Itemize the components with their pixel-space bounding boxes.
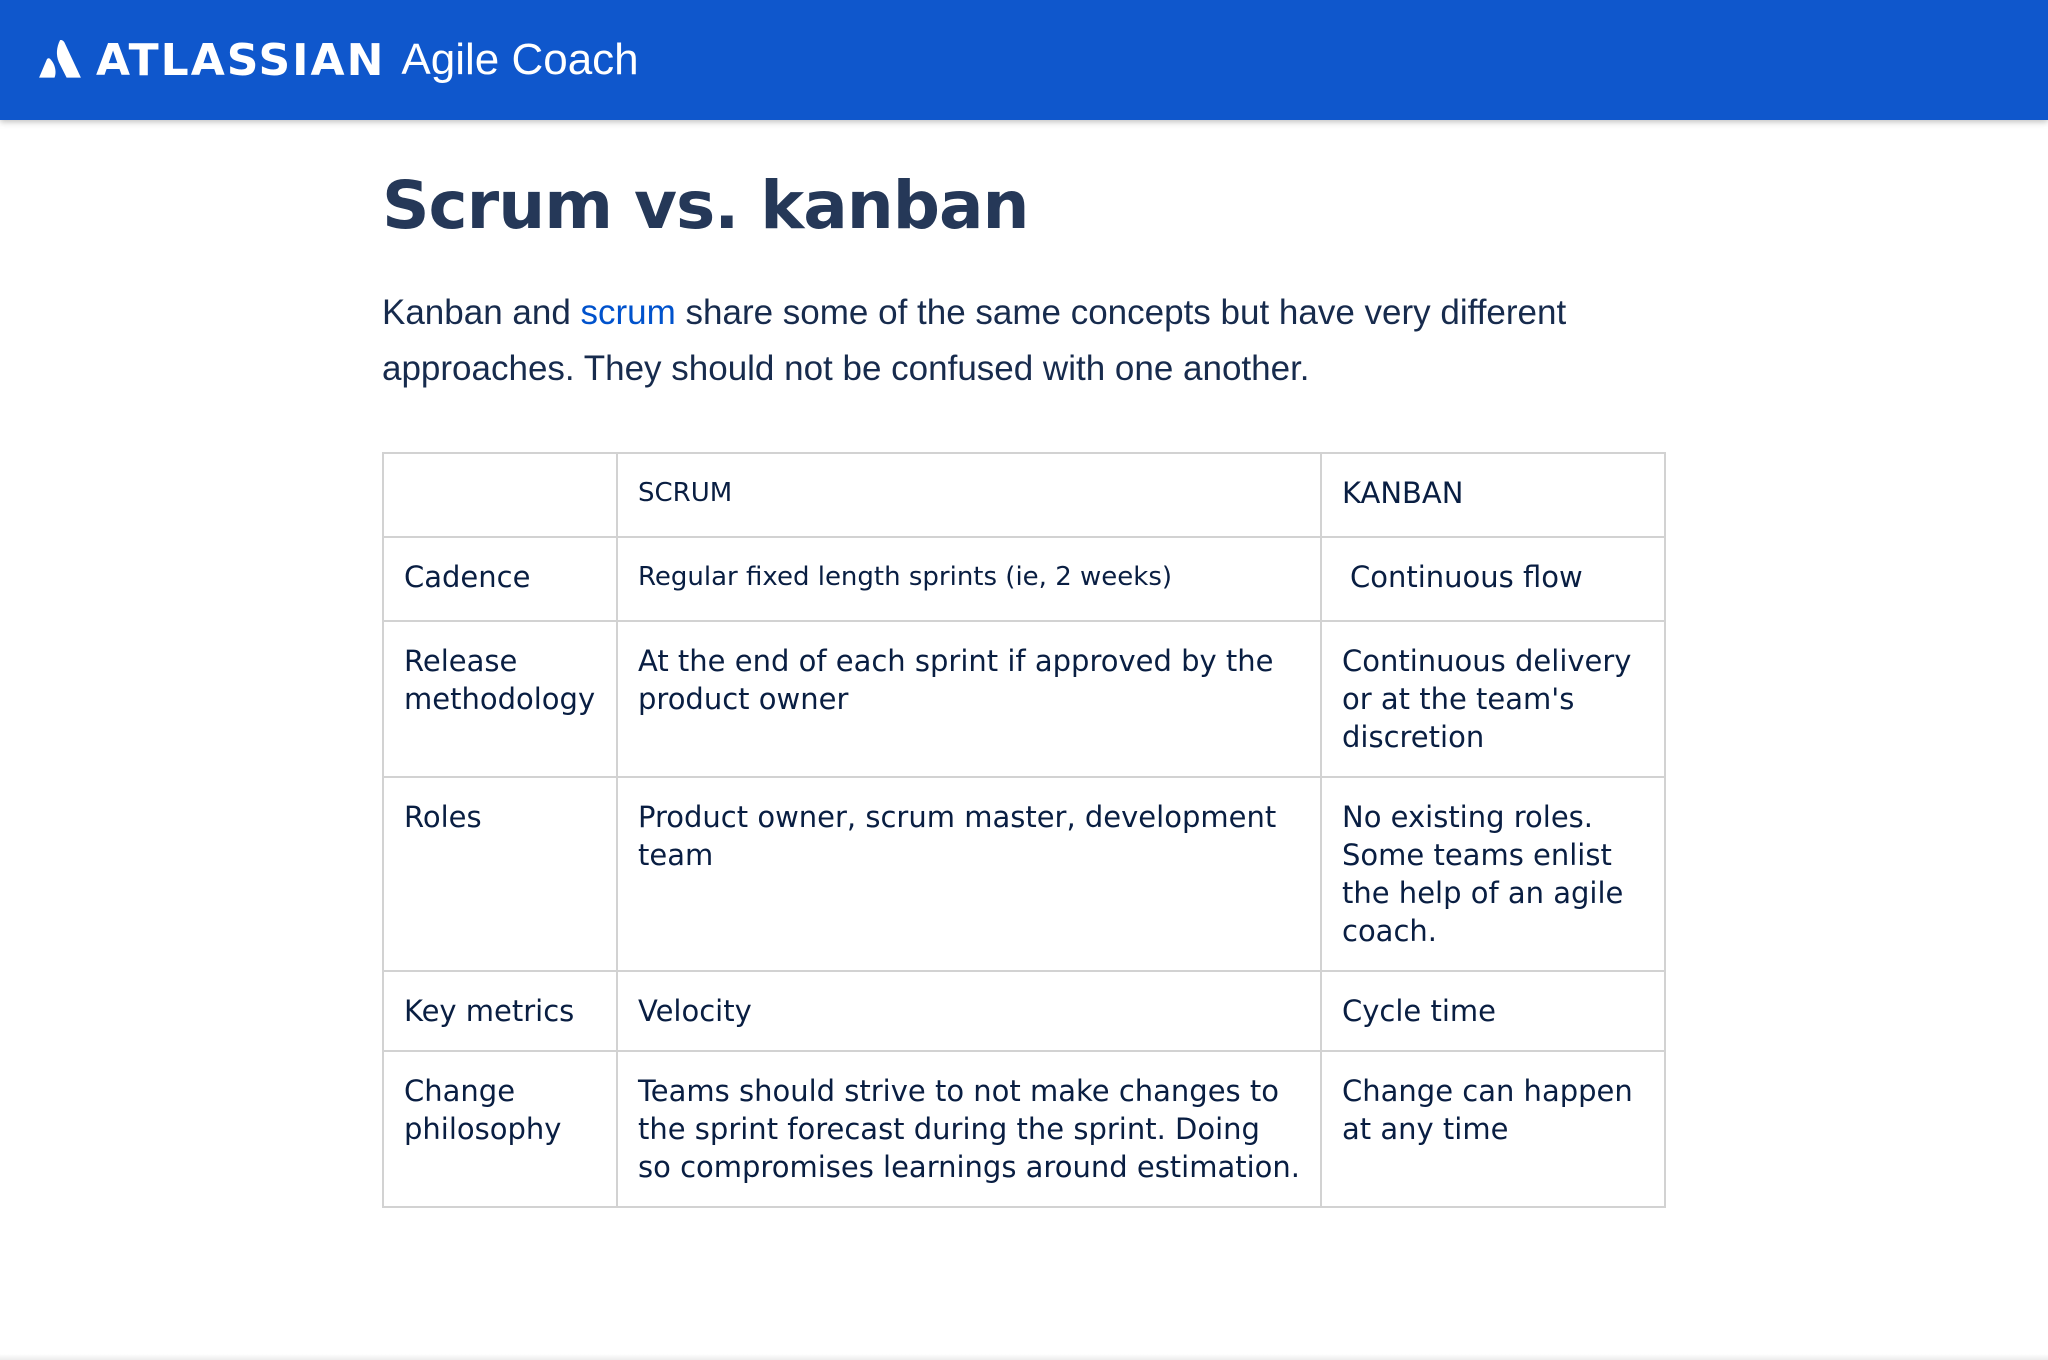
row-label-roles: Roles [382, 776, 618, 972]
header-cell-scrum: SCRUM [616, 452, 1322, 538]
brand-name: ATLASSIAN [96, 34, 386, 86]
intro-text-start: Kanban and [382, 292, 581, 332]
scrum-release-cell: At the end of each sprint if approved by… [616, 620, 1322, 778]
scrum-roles-cell: Product owner, scrum master, development… [616, 776, 1322, 972]
table-row: Roles Product owner, scrum master, devel… [382, 776, 1666, 972]
row-label-change-philosophy: Change philosophy [382, 1050, 618, 1208]
kanban-change-cell: Change can happen at any time [1320, 1050, 1666, 1208]
header-cell-empty [382, 452, 618, 538]
kanban-release-cell: Continuous delivery or at the team's dis… [1320, 620, 1666, 778]
row-label-cadence: Cadence [382, 536, 618, 622]
table-row: Release methodology At the end of each s… [382, 620, 1666, 778]
kanban-metrics-cell: Cycle time [1320, 970, 1666, 1052]
scrum-link[interactable]: scrum [581, 293, 676, 332]
table-row: Key metrics Velocity Cycle time [382, 970, 1666, 1052]
header-cell-kanban: KANBAN [1320, 452, 1666, 538]
intro-paragraph: Kanban and scrum share some of the same … [382, 285, 1672, 397]
table-row: Cadence Regular fixed length sprints (ie… [382, 536, 1666, 622]
row-label-key-metrics: Key metrics [382, 970, 618, 1052]
table-row: Change philosophy Teams should strive to… [382, 1050, 1666, 1208]
article: Scrum vs. kanban Kanban and scrum share … [382, 150, 1672, 432]
comparison-table: SCRUM KANBAN Cadence Regular fixed lengt… [382, 452, 1666, 1208]
table-header-row: SCRUM KANBAN [382, 452, 1666, 538]
scrum-cadence-cell: Regular fixed length sprints (ie, 2 week… [616, 536, 1322, 622]
kanban-cadence-cell: Continuous flow [1320, 536, 1666, 622]
product-name: Agile Coach [401, 35, 639, 84]
kanban-roles-cell: No existing roles. Some teams enlist the… [1320, 776, 1666, 972]
atlassian-logo-icon [39, 40, 81, 78]
scrum-change-cell: Teams should strive to not make changes … [616, 1050, 1322, 1208]
page-title: Scrum vs. kanban [382, 167, 1029, 244]
row-label-release-methodology: Release methodology [382, 620, 618, 778]
top-navigation-bar: ATLASSIAN Agile Coach [0, 0, 2048, 120]
scrum-metrics-cell: Velocity [616, 970, 1322, 1052]
page-bottom-divider [0, 1354, 2048, 1360]
brand-home-link[interactable]: ATLASSIAN Agile Coach [38, 30, 639, 90]
